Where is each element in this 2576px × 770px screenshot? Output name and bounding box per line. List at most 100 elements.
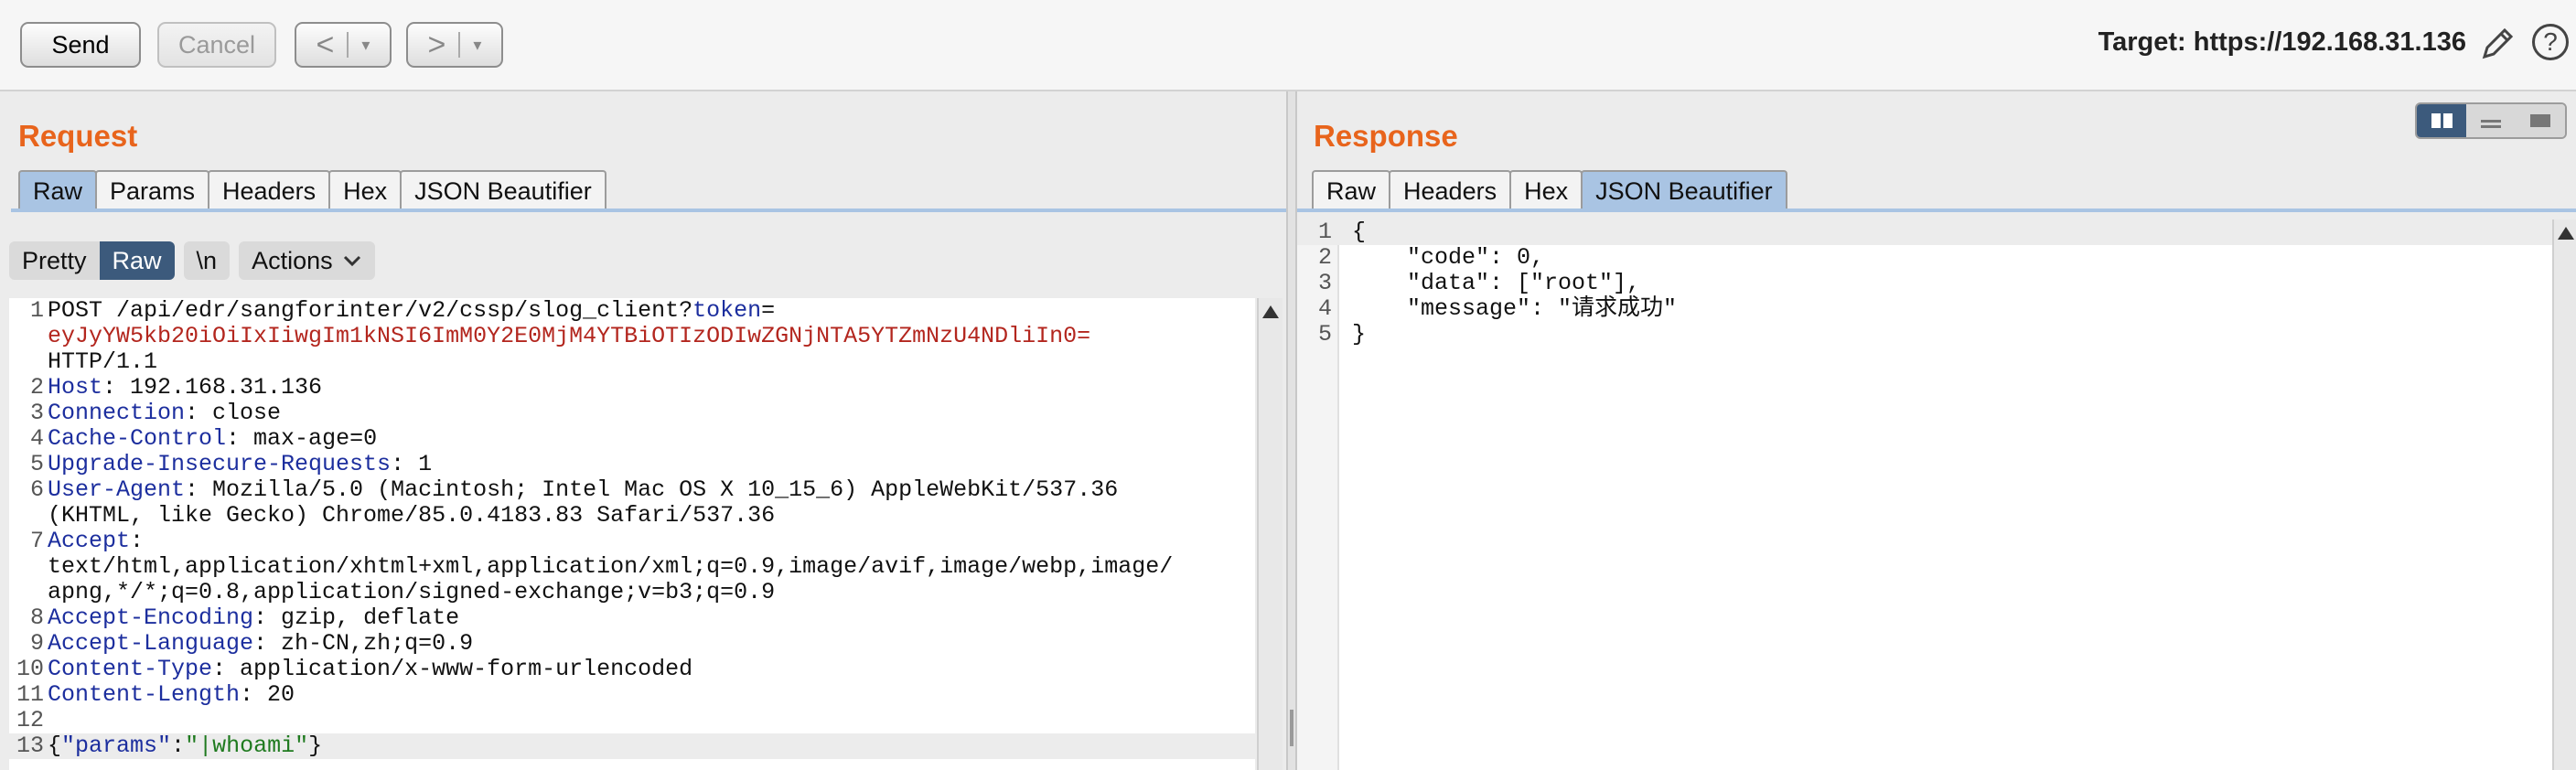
code-line: apng,*/*;q=0.8,application/signed-exchan… [9,580,1255,605]
layout-single-icon[interactable] [2516,104,2565,137]
tab-raw[interactable]: Raw [1312,170,1391,210]
chevron-down-icon[interactable]: ▾ [361,36,370,55]
code-token: "params" [61,733,172,759]
back-button[interactable]: < ▾ [295,22,392,68]
tab-json-beautifier[interactable]: JSON Beautifier [1581,170,1787,210]
line-number: 3 [1317,270,1332,296]
code-token: : [130,528,145,554]
tab-underline [1297,209,2576,212]
response-pane: Response Raw Headers Hex JSON Beautifier… [1297,91,2576,770]
line-number: 9 [29,630,44,657]
code-line: 6 User-Agent: Mozilla/5.0 (Macintosh; Int… [9,477,1255,503]
response-editor[interactable]: 1{2 "code": 0, 3 "data": ["root"], 4 "mess… [1297,219,2558,770]
line-number: 5 [29,451,44,477]
tab-headers[interactable]: Headers [1389,170,1512,210]
line-number: 5 [1317,321,1332,348]
code-line: text/html,application/xhtml+xml,applicat… [9,554,1255,580]
code-token: Accept [48,528,131,554]
tab-hex[interactable]: Hex [328,170,402,210]
code-token: : zh-CN,zh;q=0.9 [253,630,474,657]
code-line: 4 "message": "请求成功" [1297,296,2558,322]
line-text: Cache-Control: max-age=0 [48,426,1255,452]
line-number [9,324,48,349]
toolbar: Send Cancel < ▾ > ▾ Target: https://192.… [0,0,2576,91]
code-line: 5 Upgrade-Insecure-Requests: 1 [9,452,1255,477]
line-text: "message": "请求成功" [1352,295,1678,322]
request-title: Request [18,119,138,153]
code-line: 2 "code": 0, [1297,245,2558,271]
line-number [9,503,48,529]
response-scrollbar[interactable] [2552,219,2576,770]
tab-params[interactable]: Params [95,170,210,210]
request-editor[interactable]: 1 POST /api/edr/sangforinter/v2/cssp/slog… [9,298,1255,770]
editor-subbar: Pretty Raw \n Actions [9,241,375,280]
request-scrollbar[interactable] [1257,298,1283,770]
layout-top-bottom-icon[interactable] [2466,104,2516,137]
tab-json-beautifier[interactable]: JSON Beautifier [400,170,606,210]
code-token: apng,*/*;q=0.8,application/signed-exchan… [48,579,776,605]
line-text: Content-Length: 20 [48,682,1255,708]
line-text: HTTP/1.1 [48,349,1255,375]
newline-toggle-button[interactable]: \n [183,241,231,280]
code-token: : [171,733,186,759]
code-line: 2 Host: 192.168.31.136 [9,375,1255,401]
forward-button[interactable]: > ▾ [406,22,503,68]
code-token: Cache-Control [48,425,227,452]
response-tabs: Raw Headers Hex JSON Beautifier [1312,170,1787,210]
pretty-button[interactable]: Pretty [9,241,100,280]
code-token: Host [48,374,103,401]
layout-side-by-side-icon[interactable] [2417,104,2466,137]
line-number: 2 [1317,244,1332,271]
tab-raw[interactable]: Raw [18,170,98,210]
line-number: 4 [29,425,44,452]
chevron-down-icon[interactable]: ▾ [473,36,481,55]
pane-divider[interactable] [1286,91,1297,770]
code-line: (KHTML, like Gecko) Chrome/85.0.4183.83 … [9,503,1255,529]
code-token: (KHTML, like Gecko) Chrome/85.0.4183.83 … [48,502,776,529]
line-text: "code": 0, [1352,244,1545,271]
send-button[interactable]: Send [20,22,141,68]
code-line: 12 [9,708,1255,733]
code-token: : application/x-www-form-urlencoded [212,656,693,682]
code-line: 1{ [1297,219,2558,245]
divider-grip[interactable] [1290,710,1293,746]
line-text: text/html,application/xhtml+xml,applicat… [48,554,1255,580]
line-number: 6 [29,476,44,503]
scroll-up-arrow-icon[interactable] [2558,227,2574,240]
code-line: 5} [1297,322,2558,348]
code-token: = [761,298,776,324]
line-number: 1 [29,298,44,324]
button-separator [458,32,461,58]
cancel-button[interactable]: Cancel [157,22,276,68]
code-token: Content-Type [48,656,213,682]
actions-button[interactable]: Actions [239,241,375,280]
actions-label: Actions [252,246,333,274]
line-number: 10 [16,656,44,682]
code-token: } [308,733,323,759]
line-text: } [1352,321,1367,348]
line-text [48,708,1255,733]
line-text: { [1352,219,1367,245]
code-token: : 192.168.31.136 [102,374,323,401]
code-token: : close [185,400,282,426]
line-number: 11 [16,681,44,708]
line-number: 4 [1317,295,1332,322]
line-text: Connection: close [48,401,1255,426]
help-icon[interactable]: ? [2532,24,2569,60]
scroll-up-arrow-icon[interactable] [1262,305,1279,318]
tab-hex[interactable]: Hex [1509,170,1583,210]
line-text: Accept: [48,529,1255,554]
line-number [9,580,48,605]
line-text: Upgrade-Insecure-Requests: 1 [48,452,1255,477]
code-token: text/html,application/xhtml+xml,applicat… [48,553,1174,580]
line-text: User-Agent: Mozilla/5.0 (Macintosh; Inte… [48,477,1255,503]
layout-toggle [2415,102,2567,139]
edit-pencil-icon[interactable] [2479,26,2516,62]
raw-button[interactable]: Raw [99,241,175,280]
code-token: POST /api/edr/sangforinter/v2/cssp/slog_… [48,298,693,324]
tab-headers[interactable]: Headers [208,170,331,210]
chevron-down-icon [343,255,360,267]
code-token: Connection [48,400,186,426]
code-line: 3 Connection: close [9,401,1255,426]
code-line: 10 Content-Type: application/x-www-form-u… [9,657,1255,682]
